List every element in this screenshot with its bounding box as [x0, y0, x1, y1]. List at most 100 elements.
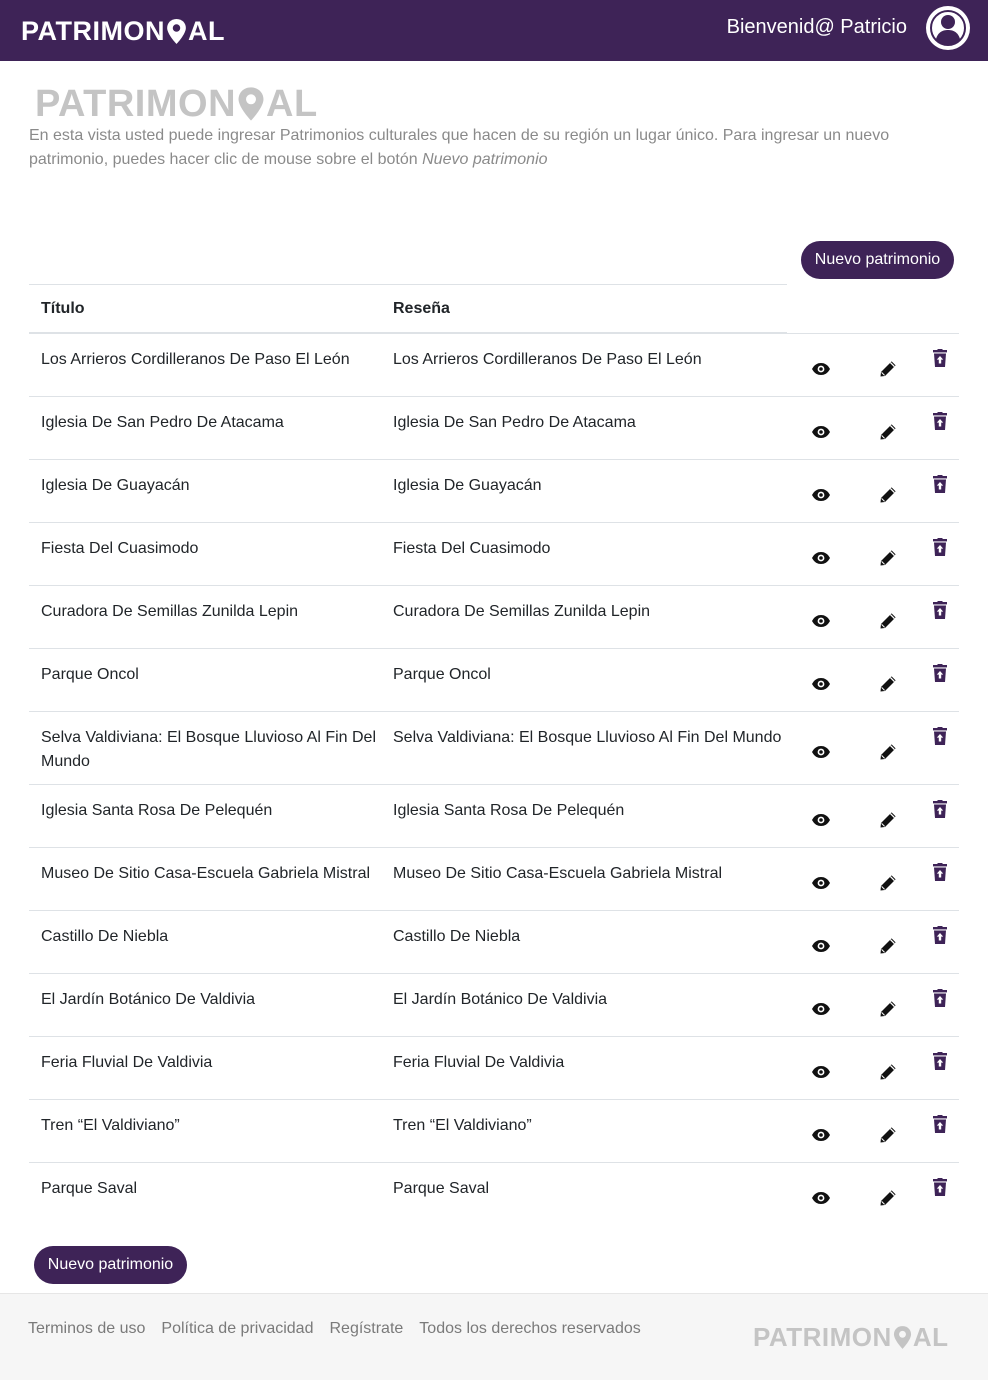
- footer-logo-text-start: PATRIMON: [753, 1321, 892, 1352]
- trash-restore-icon[interactable]: [933, 664, 947, 682]
- row-review: Iglesia De San Pedro De Atacama: [393, 414, 636, 431]
- pencil-icon[interactable]: [879, 811, 897, 829]
- row-title: Fiesta Del Cuasimodo: [41, 540, 199, 557]
- table-row: Fiesta Del Cuasimodo Fiesta Del Cuasimodo: [29, 522, 959, 585]
- eye-icon[interactable]: [811, 614, 831, 630]
- row-review: Feria Fluvial De Valdivia: [393, 1054, 565, 1071]
- new-heritage-button-bottom[interactable]: Nuevo patrimonio: [34, 1246, 187, 1284]
- eye-icon[interactable]: [811, 876, 831, 892]
- row-title: Selva Valdiviana: El Bosque Lluvioso Al …: [41, 729, 376, 770]
- new-heritage-button-top[interactable]: Nuevo patrimonio: [801, 241, 954, 279]
- eye-icon[interactable]: [811, 1128, 831, 1144]
- map-pin-icon: [893, 1325, 911, 1349]
- footer-rights-text: Todos los derechos reservados: [419, 1320, 641, 1337]
- footer-links: Terminos de uso Política de privacidad R…: [28, 1320, 641, 1338]
- row-title: Castillo De Niebla: [41, 928, 169, 945]
- table-row: Museo De Sitio Casa-Escuela Gabriela Mis…: [29, 847, 959, 910]
- table-row: Iglesia De Guayacán Iglesia De Guayacán: [29, 459, 959, 522]
- brand-logo[interactable]: PATRIMON AL: [21, 14, 225, 48]
- footer-link-register[interactable]: Regístrate: [329, 1320, 403, 1338]
- trash-restore-icon[interactable]: [933, 1052, 947, 1070]
- intro-description: En esta vista usted puede ingresar Patri…: [29, 124, 929, 172]
- page-logo: PATRIMON AL: [35, 83, 318, 125]
- row-title: Parque Oncol: [41, 666, 139, 683]
- table-row: El Jardín Botánico De Valdivia El Jardín …: [29, 973, 959, 1036]
- row-title: Iglesia Santa Rosa De Pelequén: [41, 802, 273, 819]
- pencil-icon[interactable]: [879, 1126, 897, 1144]
- eye-icon[interactable]: [811, 813, 831, 829]
- trash-restore-icon[interactable]: [933, 863, 947, 881]
- table-row: Los Arrieros Cordilleranos De Paso El Le…: [29, 333, 959, 396]
- footer-link-privacy[interactable]: Política de privacidad: [161, 1320, 313, 1338]
- eye-icon[interactable]: [811, 677, 831, 693]
- pencil-icon[interactable]: [879, 549, 897, 567]
- eye-icon[interactable]: [811, 362, 831, 378]
- pencil-icon[interactable]: [879, 675, 897, 693]
- pencil-icon[interactable]: [879, 937, 897, 955]
- row-review: Iglesia De Guayacán: [393, 477, 542, 494]
- pencil-icon[interactable]: [879, 612, 897, 630]
- row-title: Parque Saval: [41, 1180, 138, 1197]
- trash-restore-icon[interactable]: [933, 538, 947, 556]
- trash-restore-icon[interactable]: [933, 349, 947, 367]
- pencil-icon[interactable]: [879, 423, 897, 441]
- eye-icon[interactable]: [811, 488, 831, 504]
- eye-icon[interactable]: [811, 425, 831, 441]
- map-pin-icon: [167, 18, 186, 44]
- trash-restore-icon[interactable]: [933, 800, 947, 818]
- eye-icon[interactable]: [811, 745, 831, 761]
- pencil-icon[interactable]: [879, 874, 897, 892]
- table-header: Título Reseña: [29, 284, 787, 334]
- eye-icon[interactable]: [811, 939, 831, 955]
- brand-text-end: AL: [187, 15, 225, 46]
- eye-icon[interactable]: [811, 1002, 831, 1018]
- row-review: Museo De Sitio Casa-Escuela Gabriela Mis…: [393, 865, 723, 882]
- row-title: Tren “El Valdiviano”: [41, 1117, 180, 1134]
- trash-restore-icon[interactable]: [933, 727, 947, 745]
- table-row: Feria Fluvial De Valdivia Feria Fluvial D…: [29, 1036, 959, 1099]
- trash-restore-icon[interactable]: [933, 1115, 947, 1133]
- pencil-icon[interactable]: [879, 1189, 897, 1207]
- welcome-message: Bienvenid@ Patricio: [726, 16, 907, 38]
- column-header-review: Reseña: [393, 300, 450, 317]
- trash-restore-icon[interactable]: [933, 412, 947, 430]
- user-avatar-icon[interactable]: [925, 5, 971, 51]
- page-logo-text-end: AL: [266, 82, 318, 125]
- footer-logo-text-end: AL: [912, 1321, 949, 1352]
- table-row: Parque Saval Parque Saval: [29, 1162, 959, 1225]
- pencil-icon[interactable]: [879, 1063, 897, 1081]
- table-row: Parque Oncol Parque Oncol: [29, 648, 959, 711]
- pencil-icon[interactable]: [879, 360, 897, 378]
- footer: Terminos de uso Política de privacidad R…: [0, 1293, 988, 1380]
- row-review: Parque Oncol: [393, 666, 491, 683]
- row-review: Castillo De Niebla: [393, 928, 521, 945]
- trash-restore-icon[interactable]: [933, 1178, 947, 1196]
- row-title: Iglesia De San Pedro De Atacama: [41, 414, 284, 431]
- pencil-icon[interactable]: [879, 743, 897, 761]
- trash-restore-icon[interactable]: [933, 926, 947, 944]
- row-title: Curadora De Semillas Zunilda Lepin: [41, 603, 299, 620]
- row-title: El Jardín Botánico De Valdivia: [41, 991, 256, 1008]
- page-logo-text-start: PATRIMON: [35, 82, 237, 125]
- row-title: Feria Fluvial De Valdivia: [41, 1054, 213, 1071]
- row-review: Iglesia Santa Rosa De Pelequén: [393, 802, 625, 819]
- row-title: Iglesia De Guayacán: [41, 477, 190, 494]
- pencil-icon[interactable]: [879, 486, 897, 504]
- pencil-icon[interactable]: [879, 1000, 897, 1018]
- trash-restore-icon[interactable]: [933, 475, 947, 493]
- eye-icon[interactable]: [811, 1191, 831, 1207]
- eye-icon[interactable]: [811, 1065, 831, 1081]
- trash-restore-icon[interactable]: [933, 989, 947, 1007]
- row-review: Parque Saval: [393, 1180, 490, 1197]
- row-review: Selva Valdiviana: El Bosque Lluvioso Al …: [393, 729, 782, 746]
- table-row: Iglesia Santa Rosa De Pelequén Iglesia Sa…: [29, 784, 959, 847]
- brand-text-start: PATRIMON: [21, 15, 165, 46]
- trash-restore-icon[interactable]: [933, 601, 947, 619]
- top-navbar: PATRIMON AL Bienvenid@ Patricio: [0, 0, 988, 61]
- eye-icon[interactable]: [811, 551, 831, 567]
- column-header-title: Título: [41, 300, 85, 317]
- table-row: Iglesia De San Pedro De Atacama Iglesia D…: [29, 396, 959, 459]
- footer-link-terms[interactable]: Terminos de uso: [28, 1320, 145, 1338]
- table-row: Curadora De Semillas Zunilda Lepin Curado…: [29, 585, 959, 648]
- map-pin-icon: [238, 87, 264, 121]
